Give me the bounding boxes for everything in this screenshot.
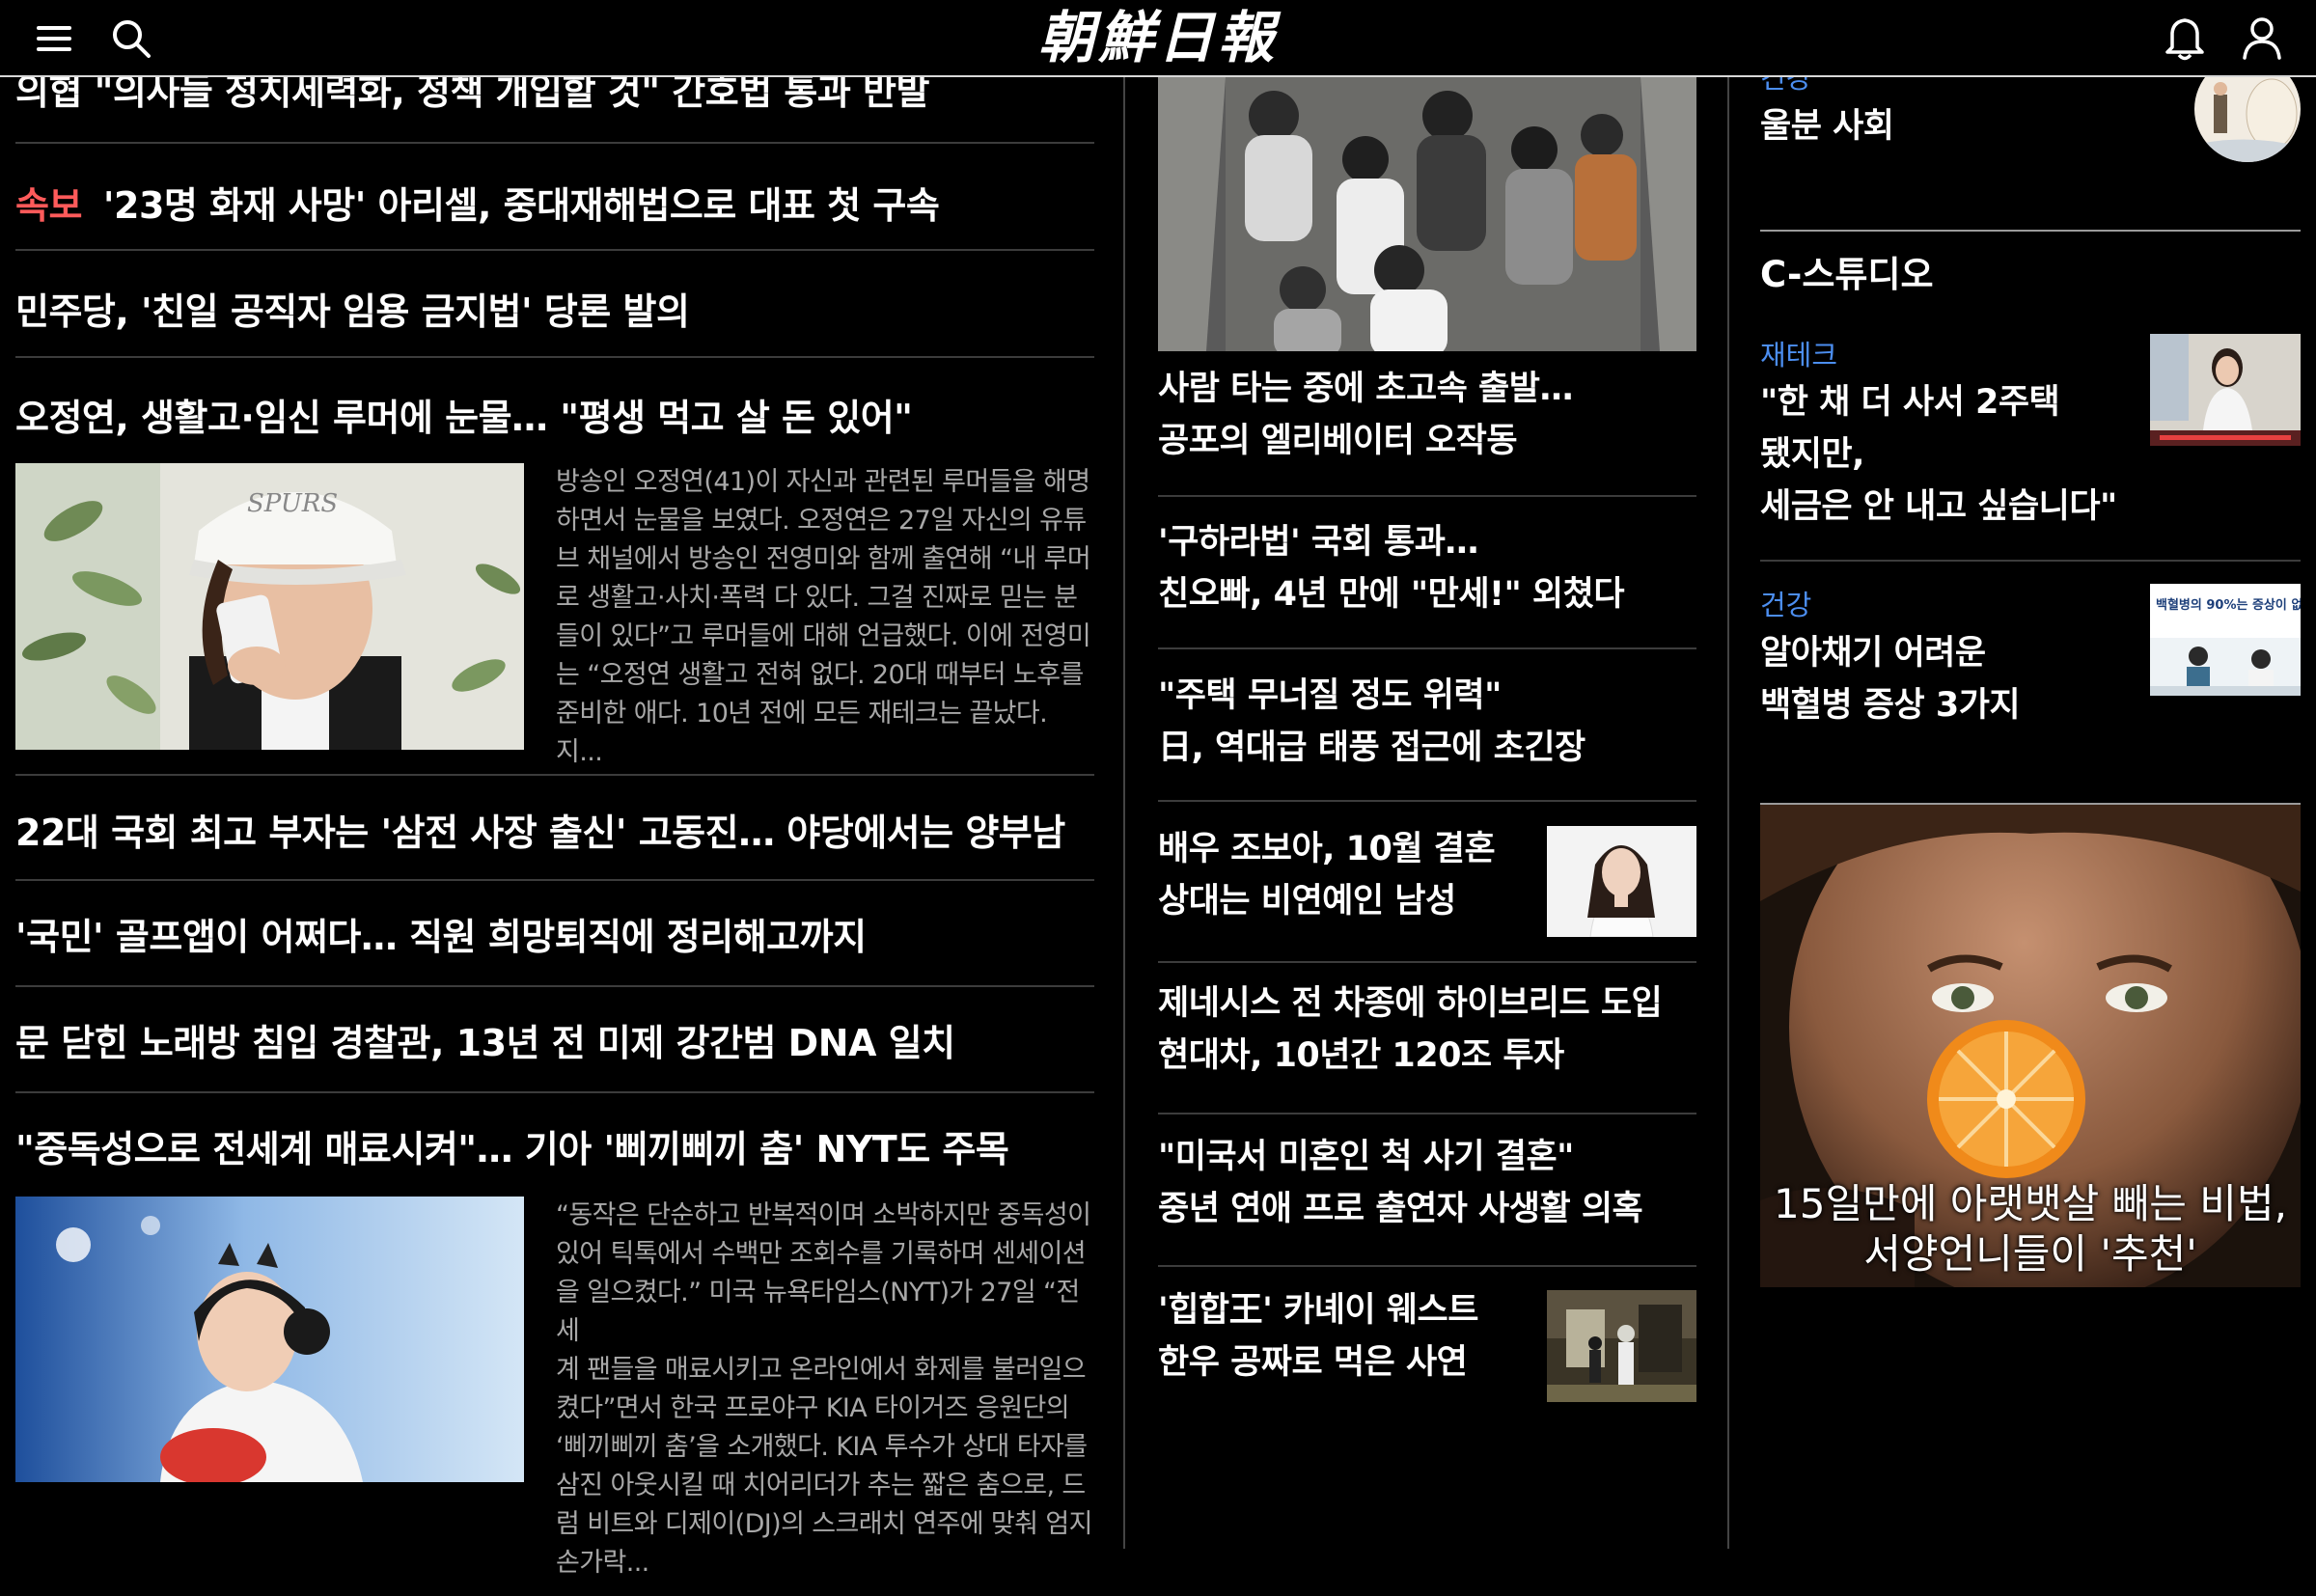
feature-headline-link[interactable]: 오정연, 생활고·임신 루머에 눈물… "평생 먹고 살 돈 있어" <box>15 388 913 441</box>
search-icon[interactable] <box>104 12 158 66</box>
popular-news-item[interactable]: "주택 무너질 정도 위력" 日, 역대급 태풍 접근에 초긴장 <box>1158 670 1585 774</box>
headline-link[interactable]: 민주당, '친일 공직자 임용 금지법' 당론 발의 <box>15 282 690 335</box>
popular-news-item[interactable]: 제네시스 전 차종에 하이브리드 도입현대차, 10년간 120조 투자 <box>1158 977 1663 1082</box>
divider <box>15 356 1094 358</box>
item-line: 현대차, 10년간 120조 투자 <box>1158 1036 1564 1075</box>
item-line: 공포의 엘리베이터 오작동 <box>1158 422 1518 460</box>
divider <box>1760 560 2301 562</box>
section-title[interactable]: C-스튜디오 <box>1760 245 1934 297</box>
news-page: 의협 "의사들 정치세력화, 정책 개입할 것" 간호법 통과 반발 속보 '23… <box>0 0 2316 1596</box>
item-line: '힙합王' 카녜이 웨스트 <box>1158 1291 1478 1330</box>
hamburger-menu-icon[interactable] <box>27 12 81 66</box>
divider <box>15 774 1094 776</box>
headline-text: '23명 화재 사망' 아리셀, 중대재해법으로 대표 첫 구속 <box>102 184 940 227</box>
jo-boa-photo[interactable] <box>1547 826 1696 937</box>
summary-line: “동작은 단순하고 반복적이며 소박하지만 중독성이 <box>556 1200 1091 1230</box>
category-label[interactable]: 건강 <box>1760 583 1811 623</box>
popular-news-item[interactable]: '힙합王' 카녜이 웨스트한우 공짜로 먹은 사연 <box>1158 1284 1478 1389</box>
divider <box>1158 647 1696 649</box>
item-line: 배우 조보아, 10월 결혼 <box>1158 830 1496 868</box>
column-divider <box>1123 77 1125 1549</box>
popular-news-item[interactable]: 사람 타는 중에 초고속 출발… 공포의 엘리베이터 오작동 <box>1158 363 1573 467</box>
item-line: "주택 무너질 정도 위력" <box>1158 676 1502 715</box>
user-profile-icon[interactable] <box>2235 12 2289 66</box>
feature-headline-link[interactable]: "중독성으로 전세계 매료시켜"… 기아 '삐끼삐끼 춤' NYT도 주목 <box>15 1119 1009 1172</box>
ad-caption: 15일만에 아랫뱃살 빼는 비법, 서양언니들이 '추천' <box>1760 1179 2301 1280</box>
divider <box>1760 230 2301 232</box>
item-line: 됐지만, <box>1760 435 1864 474</box>
sidebar-news-item[interactable]: 알아채기 어려운 백혈병 증상 3가지 <box>1760 627 2021 731</box>
item-line: 백혈병 증상 3가지 <box>1760 686 2021 725</box>
summary-line: 을 일으켰다.” 미국 뉴욕타임스(NYT)가 27일 “전 세 <box>556 1278 1080 1346</box>
item-line: 알아채기 어려운 <box>1760 634 1986 673</box>
category-label[interactable]: 재테크 <box>1760 333 1837 373</box>
top-navigation-bar: 朝鮮日報 <box>0 0 2316 77</box>
summary-line: 하면서 눈물을 보였다. 오정연은 27일 자신의 유튜 <box>556 506 1087 536</box>
popular-news-column: 사람 타는 중에 초고속 출발… 공포의 엘리베이터 오작동 '구하라법' 국회 … <box>1158 0 1696 1596</box>
item-line: 상대는 비연예인 남성 <box>1158 882 1456 921</box>
divider <box>1158 800 1696 802</box>
divider <box>15 879 1094 881</box>
divider <box>1158 1113 1696 1114</box>
summary-line: 켰다”면서 한국 프로야구 KIA 타이거즈 응원단의 <box>556 1393 1070 1423</box>
summary-line: 방송인 오정연(41)이 자신과 관련된 루머들을 해명 <box>556 467 1090 497</box>
bell-icon[interactable] <box>2158 12 2212 66</box>
item-line: '구하라법' 국회 통과… <box>1158 523 1478 562</box>
divider <box>15 249 1094 251</box>
feature-image-oh-jeongyeon[interactable]: SPURS <box>15 463 524 750</box>
item-line: 한우 공짜로 먹은 사연 <box>1158 1343 1468 1382</box>
divider <box>15 985 1094 987</box>
divider <box>1158 1265 1696 1267</box>
cap-text: SPURS <box>247 489 338 518</box>
popular-news-item[interactable]: "미국서 미혼인 척 사기 결혼" 중년 연애 프로 출연자 사생활 의혹 <box>1158 1131 1643 1235</box>
summary-line: ‘삐끼삐끼 춤’을 소개했다. KIA 투수가 상대 타자를 <box>556 1432 1088 1462</box>
summary-line: 는 “오정연 생활고 전혀 없다. 20대 때부터 노후를 <box>556 660 1084 690</box>
sidebar-column: 건강 울분 사회 C-스튜디오 재테크 "한 채 더 사서 2주택 됐지만, 세… <box>1760 0 2301 1596</box>
health-video-thumbnail[interactable]: 백혈병의 90%는 증상이 없다 <box>2150 584 2301 696</box>
item-line: 중년 연애 프로 출연자 사생활 의혹 <box>1158 1190 1643 1228</box>
site-logo[interactable]: 朝鮮日報 <box>1004 4 1312 71</box>
item-line: "한 채 더 사서 2주택 <box>1760 383 2060 422</box>
divider <box>1158 495 1696 497</box>
popular-news-item[interactable]: '구하라법' 국회 통과… 친오빠, 4년 만에 "만세!" 외쳤다 <box>1158 516 1625 620</box>
feature-image-cheerleader[interactable] <box>15 1197 524 1482</box>
sidebar-news-item[interactable]: 울분 사회 <box>1760 100 1894 152</box>
elevator-cctv-image[interactable] <box>1158 77 1696 351</box>
summary-line: 손가락... <box>556 1548 649 1578</box>
item-line: 친오빠, 4년 만에 "만세!" 외쳤다 <box>1158 575 1625 614</box>
kanye-west-photo[interactable] <box>1547 1290 1696 1402</box>
finance-video-thumbnail[interactable] <box>2150 334 2301 446</box>
summary-line: 브 채널에서 방송인 전영미와 함께 출연해 “내 루머 <box>556 544 1091 574</box>
summary-line: 계 팬들을 매료시키고 온라인에서 화제를 불러일으 <box>556 1355 1087 1385</box>
breaking-label: 속보 <box>15 184 82 227</box>
divider <box>15 142 1094 144</box>
column-divider <box>1727 77 1729 1549</box>
item-line: 사람 타는 중에 초고속 출발… <box>1158 370 1573 408</box>
summary-line: 삼진 아웃시킬 때 치어리더가 추는 짧은 춤으로, 드 <box>556 1471 1086 1500</box>
thumb-text: 백혈병의 90%는 증상이 없다 <box>2156 597 2301 613</box>
summary-line: 있어 틱톡에서 수백만 조회수를 기록하며 센세이션 <box>556 1239 1087 1269</box>
divider <box>1158 961 1696 963</box>
summary-line: 로 생활고·사치·폭력 다 있다. 그걸 진짜로 믿는 분 <box>556 583 1078 613</box>
feature-summary[interactable]: 방송인 오정연(41)이 자신과 관련된 루머들을 해명 하면서 눈물을 보였다… <box>556 463 1094 772</box>
popular-news-item[interactable]: 배우 조보아, 10월 결혼상대는 비연예인 남성 <box>1158 823 1496 927</box>
item-line: 제네시스 전 차종에 하이브리드 도입 <box>1158 984 1663 1023</box>
item-line: 세금은 안 내고 싶습니다" <box>1760 487 2117 526</box>
main-news-column: 의협 "의사들 정치세력화, 정책 개입할 것" 간호법 통과 반발 속보 '23… <box>15 0 1094 1596</box>
breaking-headline-link[interactable]: 속보 '23명 화재 사망' 아리셀, 중대재해법으로 대표 첫 구속 <box>15 176 940 229</box>
headline-link[interactable]: '국민' 골프앱이 어쩌다… 직원 희망퇴직에 정리해고까지 <box>15 907 867 960</box>
feature-summary[interactable]: “동작은 단순하고 반복적이며 소박하지만 중독성이 있어 틱톡에서 수백만 조… <box>556 1197 1094 1582</box>
ad-line: 서양언니들이 '추천' <box>1863 1230 2197 1278</box>
headline-link[interactable]: 문 닫힌 노래방 침입 경찰관, 13년 전 미제 강간범 DNA 일치 <box>15 1013 955 1066</box>
advertisement-banner[interactable]: 15일만에 아랫뱃살 빼는 비법, 서양언니들이 '추천' <box>1760 805 2301 1287</box>
item-line: 日, 역대급 태풍 접근에 초긴장 <box>1158 729 1585 767</box>
headline-link[interactable]: 22대 국회 최고 부자는 '삼전 사장 출신' 고동진… 야당에서는 양부남 <box>15 803 1065 856</box>
ad-line: 15일만에 아랫뱃살 빼는 비법, <box>1774 1180 2287 1227</box>
sidebar-news-item[interactable]: "한 채 더 사서 2주택 됐지만, 세금은 안 내고 싶습니다" <box>1760 376 2117 533</box>
summary-line: 럼 비트와 디제이(DJ)의 스크래치 연주에 맞춰 엄지 <box>556 1509 1092 1539</box>
item-line: "미국서 미혼인 척 사기 결혼" <box>1158 1138 1574 1176</box>
divider <box>15 1091 1094 1093</box>
summary-line: 준비한 애다. 10년 전에 모든 재테크는 끝났다. 지... <box>556 699 1048 767</box>
summary-line: 들이 있다”고 루머들에 대해 언급했다. 이에 전영미 <box>556 621 1091 651</box>
